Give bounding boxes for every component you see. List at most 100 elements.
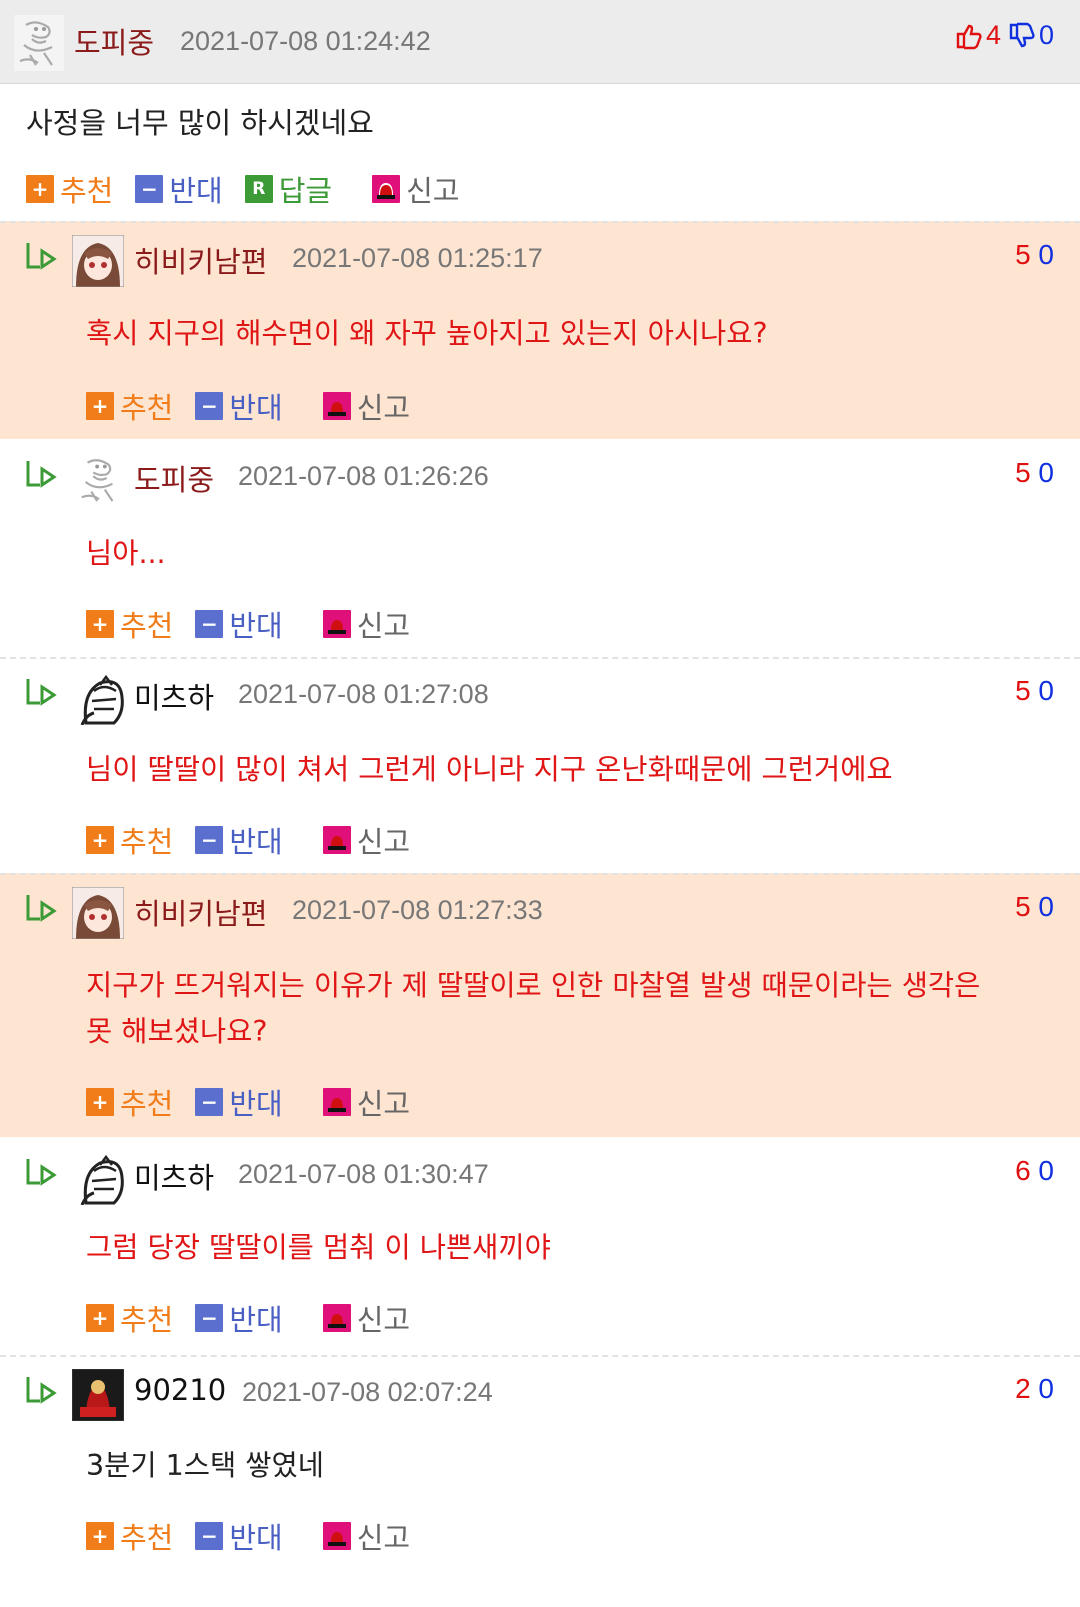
reply-arrow-icon — [26, 1159, 57, 1186]
plus-icon: + — [86, 826, 114, 854]
report-button[interactable]: 신고 — [322, 603, 410, 645]
down-count: 0 — [1038, 239, 1054, 270]
report-button[interactable]: 신고 — [322, 819, 410, 861]
oppose-button[interactable]: − 반대 — [195, 1515, 283, 1557]
comment-item: 90210 2021-07-08 02:07:24 2 0 3분기 1스택 쌓였… — [0, 1355, 1080, 1607]
recommend-button[interactable]: + 추천 — [26, 168, 113, 210]
comment-text: 3분기 1스택 쌓였네 — [86, 1449, 324, 1482]
recommend-button[interactable]: + 추천 — [86, 385, 173, 427]
post-up-count: 4 — [985, 20, 1001, 50]
minus-icon: − — [195, 610, 224, 638]
comment-timestamp: 2021-07-08 01:27:33 — [292, 895, 543, 925]
down-count: 0 — [1038, 457, 1054, 488]
reply-arrow-icon — [26, 243, 57, 270]
recommend-label: 추천 — [120, 1303, 174, 1337]
oppose-button[interactable]: − 반대 — [195, 1081, 283, 1123]
up-count: 6 — [1015, 1155, 1031, 1186]
post-votes: 4 0 — [954, 20, 1054, 51]
comment-author[interactable]: 미츠하 — [134, 1155, 214, 1197]
siren-icon — [372, 175, 401, 203]
recommend-label: 추천 — [120, 1521, 174, 1555]
comment-author[interactable]: 도피중 — [134, 457, 214, 499]
down-count: 0 — [1038, 675, 1054, 706]
comment-text: 그럼 당장 딸딸이를 멈춰 이 나쁜새끼야 — [86, 1231, 551, 1264]
anime-avatar[interactable] — [72, 235, 124, 287]
report-label: 신고 — [356, 1087, 411, 1121]
plus-icon: + — [86, 1522, 114, 1550]
up-count: 5 — [1015, 239, 1031, 270]
comment-author[interactable]: 90210 — [134, 1373, 226, 1407]
recommend-button[interactable]: + 추천 — [86, 1297, 173, 1339]
comment-author[interactable]: 히비키남편 — [134, 239, 267, 281]
post-down-count: 0 — [1038, 20, 1054, 50]
facepalm-avatar[interactable] — [80, 1151, 126, 1205]
comment-actions: + 추천 − 반대 신고 — [86, 385, 432, 427]
recommend-button[interactable]: + 추천 — [86, 1515, 173, 1557]
comment-actions: + 추천 − 반대 신고 — [86, 1081, 432, 1123]
plus-icon: + — [86, 1304, 114, 1332]
up-count: 5 — [1015, 457, 1031, 488]
oppose-button[interactable]: − 반대 — [195, 819, 283, 861]
oppose-label: 반대 — [229, 1087, 283, 1121]
comment-author[interactable]: 미츠하 — [134, 675, 214, 717]
oppose-label: 반대 — [229, 1521, 283, 1555]
comment-text: 지구가 뜨거워지는 이유가 제 딸딸이로 인한 마찰열 발생 때문이라는 생각은… — [86, 963, 1046, 1055]
oppose-button[interactable]: − 반대 — [135, 168, 223, 210]
oppose-button[interactable]: − 반대 — [195, 1297, 283, 1339]
oppose-label: 반대 — [229, 825, 283, 859]
post-body: 사정을 너무 많이 하시겠네요 — [26, 106, 374, 140]
recommend-button[interactable]: + 추천 — [86, 603, 173, 645]
plus-icon: + — [86, 610, 114, 638]
up-count: 2 — [1015, 1373, 1031, 1404]
up-count: 5 — [1015, 891, 1031, 922]
comment-actions: + 추천 − 반대 신고 — [86, 819, 432, 861]
plus-icon: + — [86, 1088, 114, 1116]
oppose-label: 반대 — [169, 174, 223, 208]
reply-button[interactable]: R 답글 — [244, 168, 333, 210]
comment-score: 5 0 — [1015, 457, 1054, 489]
report-label: 신고 — [406, 174, 460, 208]
oppose-button[interactable]: − 반대 — [195, 385, 283, 427]
divider — [0, 657, 1080, 659]
comment-timestamp: 2021-07-08 02:07:24 — [242, 1377, 493, 1407]
oppose-label: 반대 — [229, 1303, 283, 1337]
recommend-label: 추천 — [120, 1087, 174, 1121]
recommend-button[interactable]: + 추천 — [86, 1081, 173, 1123]
comment-timestamp: 2021-07-08 01:27:08 — [238, 679, 489, 709]
anime-avatar[interactable] — [72, 887, 124, 939]
report-button[interactable]: 신고 — [322, 1081, 411, 1123]
recommend-label: 추천 — [120, 825, 174, 859]
report-button[interactable]: 신고 — [322, 1515, 410, 1557]
dark-avatar[interactable] — [72, 1369, 124, 1421]
comment-text: 님아... — [86, 537, 166, 570]
siren-icon — [322, 1088, 351, 1116]
divider — [0, 873, 1080, 875]
report-button[interactable]: 신고 — [322, 385, 410, 427]
thumbs-down-icon[interactable] — [1007, 21, 1037, 51]
oppose-button[interactable]: − 반대 — [195, 603, 283, 645]
oppose-label: 반대 — [229, 391, 283, 425]
post-header: 도피중 2021-07-08 01:24:42 4 0 — [0, 0, 1080, 84]
comment-actions: + 추천 − 반대 신고 — [86, 1515, 432, 1557]
siren-icon — [322, 1304, 351, 1332]
plus-icon: + — [26, 175, 54, 203]
siren-icon — [322, 392, 351, 420]
comment-score: 5 0 — [1015, 675, 1054, 707]
comment-score: 2 0 — [1015, 1373, 1054, 1405]
comment-item: 미츠하 2021-07-08 01:27:08 5 0 님이 딸딸이 많이 쳐서… — [0, 657, 1080, 873]
minus-icon: − — [195, 1522, 224, 1550]
minus-icon: − — [195, 826, 224, 854]
sketch-avatar[interactable] — [14, 15, 64, 71]
comment-author[interactable]: 히비키남편 — [134, 891, 267, 933]
sketch-avatar[interactable] — [76, 453, 124, 507]
comment-timestamp: 2021-07-08 01:25:17 — [292, 243, 543, 273]
report-button[interactable]: 신고 — [372, 168, 460, 210]
post-author[interactable]: 도피중 — [74, 20, 154, 62]
comment-score: 5 0 — [1015, 239, 1054, 271]
up-count: 5 — [1015, 675, 1031, 706]
report-button[interactable]: 신고 — [322, 1297, 410, 1339]
reply-label: 답글 — [278, 174, 333, 208]
recommend-button[interactable]: + 추천 — [86, 819, 173, 861]
thumbs-up-icon[interactable] — [954, 21, 984, 51]
facepalm-avatar[interactable] — [80, 671, 126, 725]
